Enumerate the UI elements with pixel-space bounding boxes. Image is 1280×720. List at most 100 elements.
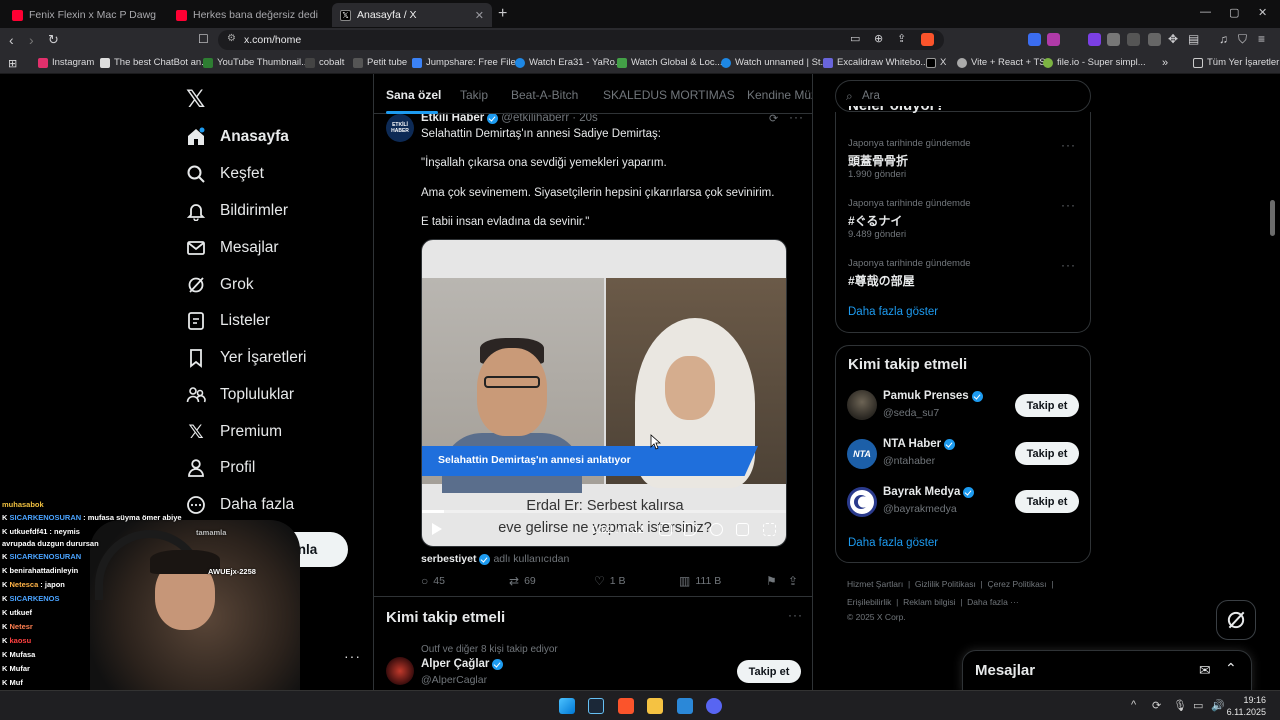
play-icon[interactable] bbox=[432, 523, 442, 535]
more-bookmarks-icon[interactable]: » bbox=[1162, 57, 1168, 69]
nav-more[interactable]: Daha fazla bbox=[186, 492, 294, 518]
footer-link[interactable]: Erişilebilirlik bbox=[847, 597, 891, 607]
reload-icon[interactable]: ↻ bbox=[48, 32, 59, 48]
back-icon[interactable]: ‹ bbox=[9, 32, 14, 48]
bookmark-item[interactable]: The best ChatBot an... bbox=[100, 57, 209, 68]
sidebar-toggle-icon[interactable]: ▤ bbox=[1188, 32, 1199, 46]
trends-show-more[interactable]: Daha fazla göster bbox=[848, 306, 938, 318]
bookmark-page-icon[interactable]: ☐ bbox=[198, 32, 209, 46]
cast-icon[interactable]: ▭ bbox=[850, 32, 860, 45]
close-window-icon[interactable]: ✕ bbox=[1258, 6, 1267, 19]
maximize-icon[interactable]: ▢ bbox=[1229, 6, 1239, 19]
zoom-icon[interactable]: ⊕ bbox=[874, 32, 883, 45]
brave-icon[interactable] bbox=[618, 698, 634, 714]
tab-list-beat[interactable]: Beat-A-Bitch bbox=[511, 88, 578, 102]
tweet-video[interactable]: Selahattin Demirtaş'ın annesi anlatıyor … bbox=[421, 239, 787, 547]
start-icon[interactable] bbox=[559, 698, 575, 714]
trend-name[interactable]: #ぐるナイ bbox=[848, 212, 902, 229]
page-scrollbar[interactable] bbox=[1270, 200, 1275, 236]
bookmark-item[interactable]: YouTube Thumbnail... bbox=[203, 57, 309, 68]
section-more-icon[interactable]: ··· bbox=[788, 608, 803, 622]
extension-icon[interactable] bbox=[1047, 33, 1060, 46]
settings-gear-icon[interactable] bbox=[710, 523, 723, 536]
trend-name[interactable]: #尊哉の部屋 bbox=[848, 272, 915, 289]
trend-name[interactable]: 頭蓋骨骨折 bbox=[848, 152, 908, 169]
nav-premium[interactable]: 𝕏 Premium bbox=[186, 419, 282, 445]
expand-icon[interactable]: ⌃ bbox=[1225, 660, 1237, 677]
bookmark-item[interactable]: Watch unnamed | St... bbox=[721, 57, 828, 68]
file-explorer-icon[interactable] bbox=[647, 698, 663, 714]
footer-link[interactable]: Gizlilik Politikası bbox=[915, 579, 976, 589]
user-avatar[interactable] bbox=[847, 487, 877, 517]
nav-communities[interactable]: Topluluklar bbox=[186, 382, 294, 408]
suggested-user-name[interactable]: Pamuk Prenses bbox=[883, 390, 986, 402]
bookmark-item[interactable]: file.io - Super simpl... bbox=[1043, 57, 1146, 68]
footer-link[interactable]: Reklam bilgisi bbox=[903, 597, 955, 607]
attribution-user[interactable]: serbestiyet bbox=[421, 553, 476, 565]
bookmark-item[interactable]: Watch Era31 - YaRo... bbox=[515, 57, 623, 68]
extension-icon[interactable] bbox=[1127, 33, 1140, 46]
suggested-user-name[interactable]: Bayrak Medya bbox=[883, 486, 977, 498]
media-icon[interactable]: ♫ bbox=[1219, 32, 1228, 46]
network-icon[interactable]: ▭ bbox=[1193, 699, 1203, 712]
reply-button[interactable]: ○ 45 bbox=[421, 574, 445, 588]
video-progress-bar[interactable] bbox=[422, 510, 786, 513]
bookmark-item[interactable]: X bbox=[926, 57, 946, 68]
footer-link[interactable]: Çerez Politikası bbox=[987, 579, 1046, 589]
share-button[interactable]: ⇪ bbox=[788, 574, 803, 588]
user-avatar[interactable]: NTA bbox=[847, 439, 877, 469]
tab-following[interactable]: Takip bbox=[460, 88, 488, 102]
new-tab-button[interactable]: + bbox=[498, 5, 507, 23]
nav-explore[interactable]: Keşfet bbox=[186, 161, 264, 187]
user-avatar[interactable] bbox=[847, 390, 877, 420]
microphone-icon[interactable]: 🎙 bbox=[1173, 699, 1187, 712]
bookmark-item[interactable]: Petit tube bbox=[353, 57, 407, 68]
trend-more-icon[interactable]: ··· bbox=[1061, 198, 1076, 212]
bookmark-item[interactable]: cobalt bbox=[305, 57, 344, 68]
all-bookmarks[interactable]: Tüm Yer İşaretleri bbox=[1193, 57, 1280, 68]
brave-shield-icon[interactable] bbox=[921, 33, 934, 46]
new-message-icon[interactable]: ✉ bbox=[1199, 662, 1211, 679]
nav-bookmarks[interactable]: Yer İşaretleri bbox=[186, 345, 306, 371]
nav-lists[interactable]: Listeler bbox=[186, 308, 270, 334]
like-button[interactable]: ♡ 1 B bbox=[594, 574, 626, 588]
tray-app-icon[interactable]: ⟳ bbox=[1152, 699, 1161, 712]
extension-icon[interactable] bbox=[1088, 33, 1101, 46]
suggested-user-name[interactable]: NTA Haber bbox=[883, 438, 958, 450]
tab-list-skaledus[interactable]: SKALEDUS MORTIMAS bbox=[603, 88, 735, 102]
follow-button[interactable]: Takip et bbox=[1015, 442, 1079, 465]
repost-button[interactable]: ⇄ 69 bbox=[509, 574, 536, 588]
nav-grok[interactable]: Grok bbox=[186, 272, 254, 298]
address-bar[interactable]: ⚙ x.com/home bbox=[218, 30, 944, 50]
suggested-avatar[interactable] bbox=[386, 657, 414, 685]
volume-icon[interactable] bbox=[684, 523, 697, 536]
bookmark-item[interactable]: Watch Global & Loc... bbox=[617, 57, 723, 68]
views-button[interactable]: ▥ 111 B bbox=[679, 574, 721, 588]
browser-tab-2[interactable]: Herkes bana değersiz dedi, ta ki tek y bbox=[168, 3, 326, 27]
extension-icon[interactable] bbox=[1028, 33, 1041, 46]
forward-icon[interactable]: › bbox=[29, 32, 34, 48]
vpn-icon[interactable]: ⛉ bbox=[1238, 32, 1247, 47]
nav-notifications[interactable]: Bildirimler bbox=[186, 198, 288, 224]
speaker-icon[interactable]: 🔊 bbox=[1211, 699, 1225, 712]
bookmark-item[interactable]: Jumpshare: Free File... bbox=[412, 57, 524, 68]
captions-icon[interactable] bbox=[659, 523, 672, 536]
nav-messages[interactable]: Mesajlar bbox=[186, 235, 279, 261]
bookmark-item[interactable]: Instagram bbox=[38, 57, 94, 68]
discord-icon[interactable] bbox=[706, 698, 722, 714]
site-info-icon[interactable]: ⚙ bbox=[227, 33, 236, 44]
share-icon[interactable]: ⇪ bbox=[897, 32, 906, 45]
extensions-puzzle-icon[interactable]: ✥ bbox=[1168, 32, 1178, 46]
x-logo-icon[interactable]: 𝕏 bbox=[186, 85, 205, 114]
overlay-more-icon[interactable]: ··· bbox=[344, 648, 361, 664]
trend-more-icon[interactable]: ··· bbox=[1061, 258, 1076, 272]
apps-grid-icon[interactable]: ⊞ bbox=[8, 57, 17, 70]
tab-list-kendine[interactable]: Kendine Müz bbox=[747, 88, 812, 102]
footer-link[interactable]: Daha fazla ··· bbox=[967, 597, 1019, 607]
bookmark-item[interactable]: Excalidraw Whitebo... bbox=[823, 57, 928, 68]
extension-icon[interactable] bbox=[1107, 33, 1120, 46]
suggested-user-name[interactable]: Alper Çağlar bbox=[421, 658, 506, 670]
app-icon[interactable] bbox=[677, 698, 693, 714]
follow-button[interactable]: Takip et bbox=[1015, 394, 1079, 417]
nav-profile[interactable]: Profil bbox=[186, 455, 255, 481]
